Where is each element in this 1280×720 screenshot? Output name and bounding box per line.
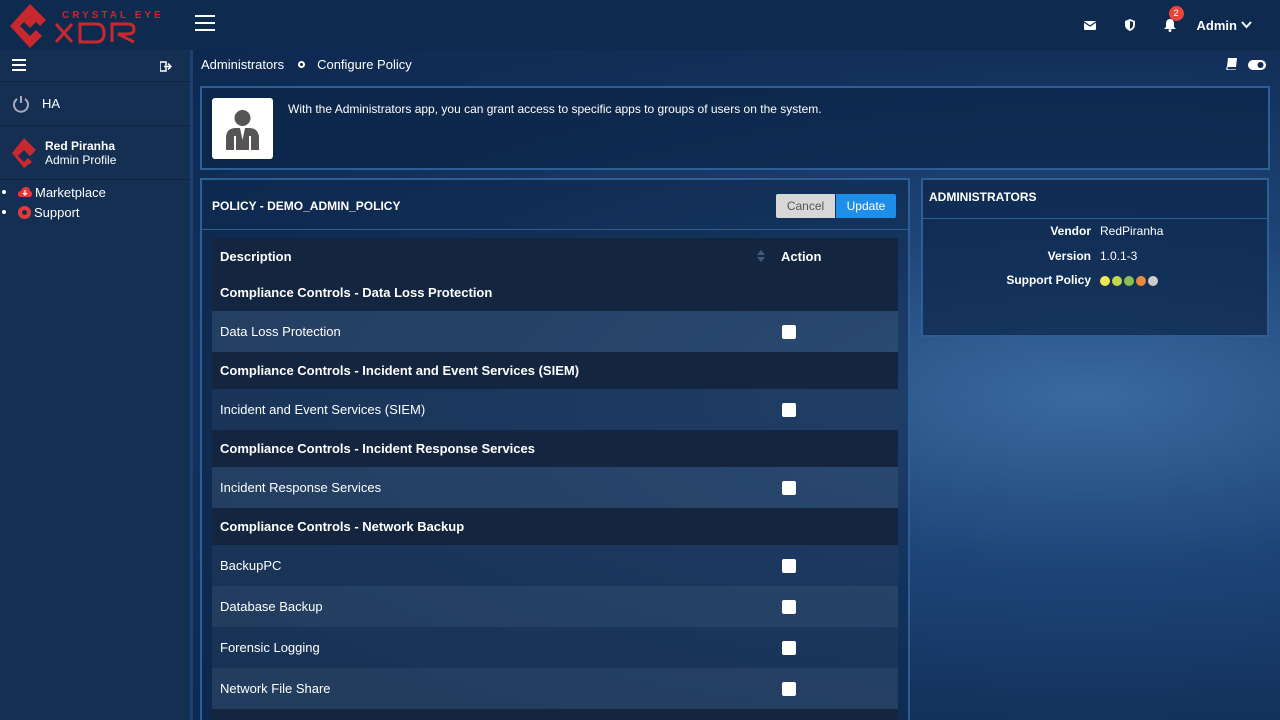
bell-icon[interactable]: 2 [1161,6,1184,34]
row-label: BackupPC [220,558,282,573]
power-icon [13,95,29,113]
admin-user-menu[interactable]: Admin [1197,18,1252,33]
red-piranha-logo-icon [12,138,36,171]
cloud-icon [18,187,32,197]
table-row: Incident Response Services [212,467,898,508]
update-button[interactable]: Update [836,194,896,218]
lifebuoy-icon [18,205,31,219]
row-label: Incident and Event Services (SIEM) [220,402,426,417]
policy-checkbox[interactable] [782,481,796,495]
group-label: Compliance Controls - Data Loss Protecti… [220,285,493,300]
support-level-dot [1100,276,1110,286]
version-label: Version [1047,249,1091,263]
breadcrumb-administrators[interactable]: Administrators [201,57,284,72]
group-label: Compliance Controls - Incident and Event… [220,363,580,378]
main-menu-toggle[interactable] [195,15,215,35]
sidebar-item-support-label: Support [34,204,80,220]
app-intro-text: With the Administrators app, you can gra… [288,102,822,116]
profile-role: Admin Profile [45,153,117,167]
support-level-dot [1112,276,1122,286]
admin-user-label: Admin [1196,17,1237,33]
crystal-eye-logo[interactable]: CRYSTAL EYE [10,2,165,48]
breadcrumb-configure-policy: Configure Policy [317,57,412,72]
vendor-label: Vendor [1050,224,1091,238]
policy-checkbox[interactable] [782,682,796,696]
sidebar-item-ha-label: HA [42,96,61,111]
logo-tagline: CRYSTAL EYE [62,10,164,21]
row-label: Database Backup [220,599,323,614]
sidebar-item-marketplace-label: Marketplace [35,184,106,200]
table-group-row: Compliance Controls - Data Loss Protecti… [212,274,898,311]
envelope-icon[interactable] [1081,16,1099,34]
policy-checkbox[interactable] [782,641,796,655]
table-group-row: Compliance Controls - Incident and Event… [212,352,898,389]
row-label: Network File Share [220,681,331,696]
logout-icon[interactable] [159,60,173,75]
notification-count-badge: 2 [1168,6,1184,21]
table-group-row: Compliance Controls - SOAR Services [212,709,898,720]
administrator-avatar-icon [212,98,273,159]
sidebar-collapse-icon[interactable] [12,59,26,74]
table-group-row: Compliance Controls - Network Backup [212,508,898,545]
table-row: Network File Share [212,668,898,709]
row-label: Data Loss Protection [220,324,341,339]
chevron-down-icon [1241,21,1252,29]
support-policy-label: Support Policy [1006,273,1091,287]
sidebar-profile[interactable]: Red Piranha Admin Profile [0,126,190,180]
cancel-button[interactable]: Cancel [776,194,835,218]
sidebar-item-support[interactable]: Support [0,202,190,222]
sidebar: HA Red Piranha Admin Profile Marketplace… [0,50,193,720]
table-header: Description Action [212,238,898,274]
book-icon[interactable] [1226,58,1238,73]
column-header-description[interactable]: Description [220,249,292,264]
table-row: Forensic Logging [212,627,898,668]
breadcrumb-separator-icon [298,61,306,68]
support-level-dot [1136,276,1146,286]
app-info-title: ADMINISTRATORS [929,190,1037,204]
column-header-action: Action [781,249,822,264]
support-policy-row: Support Policy [923,273,1267,289]
row-label: Forensic Logging [220,640,320,655]
table-row: Database Backup [212,586,898,627]
table-group-row: Compliance Controls - Incident Response … [212,430,898,467]
vendor-value: RedPiranha [1100,224,1164,238]
shield-icon[interactable] [1121,16,1139,34]
support-policy-indicator [1100,276,1160,286]
table-row: Incident and Event Services (SIEM) [212,389,898,430]
support-level-dot [1148,276,1158,286]
sidebar-item-ha[interactable]: HA [0,82,190,126]
version-value: 1.0.1-3 [1100,249,1138,263]
top-bar: CRYSTAL EYE 2 Admin [0,0,1280,50]
policy-table: Description Action Compliance Controls -… [212,238,898,720]
policy-title: POLICY - DEMO_ADMIN_POLICY [212,199,401,213]
support-level-dot [1124,276,1134,286]
version-row: Version 1.0.1-3 [923,249,1267,265]
theme-toggle-icon[interactable] [1248,58,1266,73]
group-label: Compliance Controls - Incident Response … [220,441,535,456]
table-row: BackupPC [212,545,898,586]
app-info-panel: ADMINISTRATORS Vendor RedPiranha Version… [921,178,1269,337]
table-row: Data Loss Protection [212,311,898,352]
profile-name: Red Piranha [45,139,116,153]
policy-checkbox[interactable] [782,403,796,417]
policy-checkbox[interactable] [782,559,796,573]
policy-checkbox[interactable] [782,325,796,339]
policy-panel: POLICY - DEMO_ADMIN_POLICY Cancel Update… [200,178,910,720]
group-label: Compliance Controls - Network Backup [220,519,465,534]
app-intro-panel: With the Administrators app, you can gra… [200,86,1270,170]
sort-icon[interactable] [757,250,765,265]
policy-checkbox[interactable] [782,600,796,614]
breadcrumb: Administrators Configure Policy [201,57,412,72]
vendor-row: Vendor RedPiranha [923,224,1267,240]
row-label: Incident Response Services [220,480,382,495]
sidebar-item-marketplace[interactable]: Marketplace [0,182,190,202]
